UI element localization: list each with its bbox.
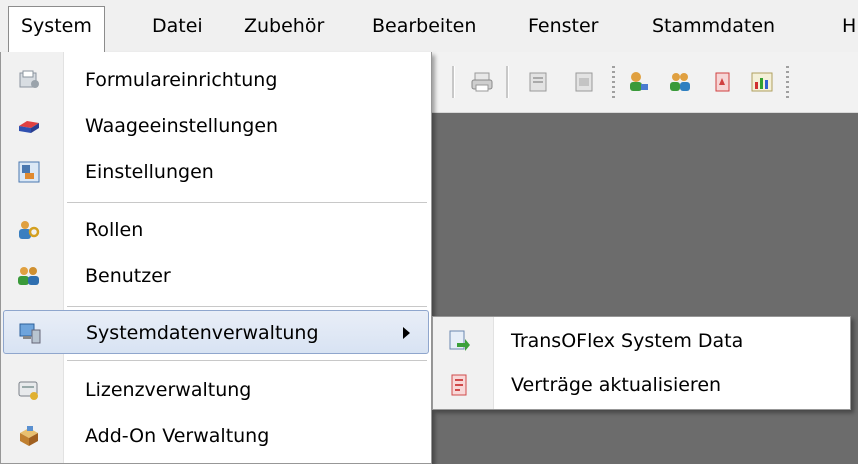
menu-item-formulareinrichtung[interactable]: Formulareinrichtung	[3, 58, 429, 102]
document-icon[interactable]	[526, 70, 550, 94]
users-group-icon[interactable]	[668, 70, 692, 94]
menu-item-einstellungen[interactable]: Einstellungen	[3, 150, 429, 194]
systemdaten-submenu: TransOFlex System Data Verträge aktualis…	[432, 316, 851, 410]
menu-item-label: Lizenzverwaltung	[85, 379, 252, 401]
menu-system[interactable]: System	[8, 6, 105, 52]
menu-item-transoflex-system-data[interactable]: TransOFlex System Data	[435, 319, 845, 363]
menu-item-vertraege-aktualisieren[interactable]: Verträge aktualisieren	[435, 363, 845, 407]
menu-item-label: Rollen	[85, 219, 144, 241]
document-2-icon[interactable]	[572, 70, 596, 94]
menu-item-label: Add-On Verwaltung	[85, 425, 270, 447]
print-icon[interactable]	[470, 70, 494, 94]
toolbar-separator	[506, 66, 509, 98]
menu-item-label: TransOFlex System Data	[511, 330, 744, 352]
license-icon	[17, 378, 41, 402]
menu-separator	[67, 202, 427, 204]
menu-item-label: Verträge aktualisieren	[511, 374, 722, 396]
menu-item-label: Formulareinrichtung	[85, 69, 278, 91]
toolbar-grip[interactable]	[786, 66, 789, 98]
menu-item-label: Benutzer	[85, 265, 171, 287]
menu-item-label: Einstellungen	[85, 161, 214, 183]
menu-stammdaten[interactable]: Stammdaten	[640, 6, 787, 46]
menu-fenster[interactable]: Fenster	[516, 6, 610, 46]
user-add-icon[interactable]	[626, 70, 650, 94]
menu-h[interactable]: H	[830, 6, 858, 46]
contracts-update-icon	[447, 373, 471, 397]
chart-icon[interactable]	[750, 70, 774, 94]
menu-datei[interactable]: Datei	[140, 6, 215, 46]
transoflex-data-icon	[447, 329, 471, 353]
submenu-arrow-icon	[403, 327, 410, 339]
menu-item-lizenzverwaltung[interactable]: Lizenzverwaltung	[3, 368, 429, 412]
form-setup-icon	[17, 68, 41, 92]
menu-item-label: Systemdatenverwaltung	[86, 322, 319, 344]
menu-zubehoer[interactable]: Zubehör	[232, 6, 336, 46]
toolbar-separator	[452, 66, 455, 98]
roles-icon	[17, 218, 41, 242]
menu-separator	[67, 360, 427, 362]
menu-item-addon-verwaltung[interactable]: Add-On Verwaltung	[3, 414, 429, 458]
menu-item-benutzer[interactable]: Benutzer	[3, 254, 429, 298]
system-data-icon	[18, 321, 42, 345]
menu-separator	[67, 306, 427, 308]
scale-icon	[17, 114, 41, 138]
menu-bearbeiten[interactable]: Bearbeiten	[360, 6, 488, 46]
users-icon	[17, 264, 41, 288]
settings-icon	[17, 160, 41, 184]
toolbar-grip[interactable]	[612, 66, 615, 98]
menu-item-label: Waageeinstellungen	[85, 115, 279, 137]
menu-item-systemdatenverwaltung[interactable]: Systemdatenverwaltung	[3, 310, 429, 354]
pdf-icon[interactable]	[710, 70, 734, 94]
addon-icon	[17, 424, 41, 448]
menu-item-waageeinstellungen[interactable]: Waageeinstellungen	[3, 104, 429, 148]
menu-bar: System Datei Zubehör Bearbeiten Fenster …	[0, 0, 858, 52]
menu-item-rollen[interactable]: Rollen	[3, 208, 429, 252]
system-dropdown-menu: Formulareinrichtung Waageeinstellungen E…	[0, 52, 432, 464]
